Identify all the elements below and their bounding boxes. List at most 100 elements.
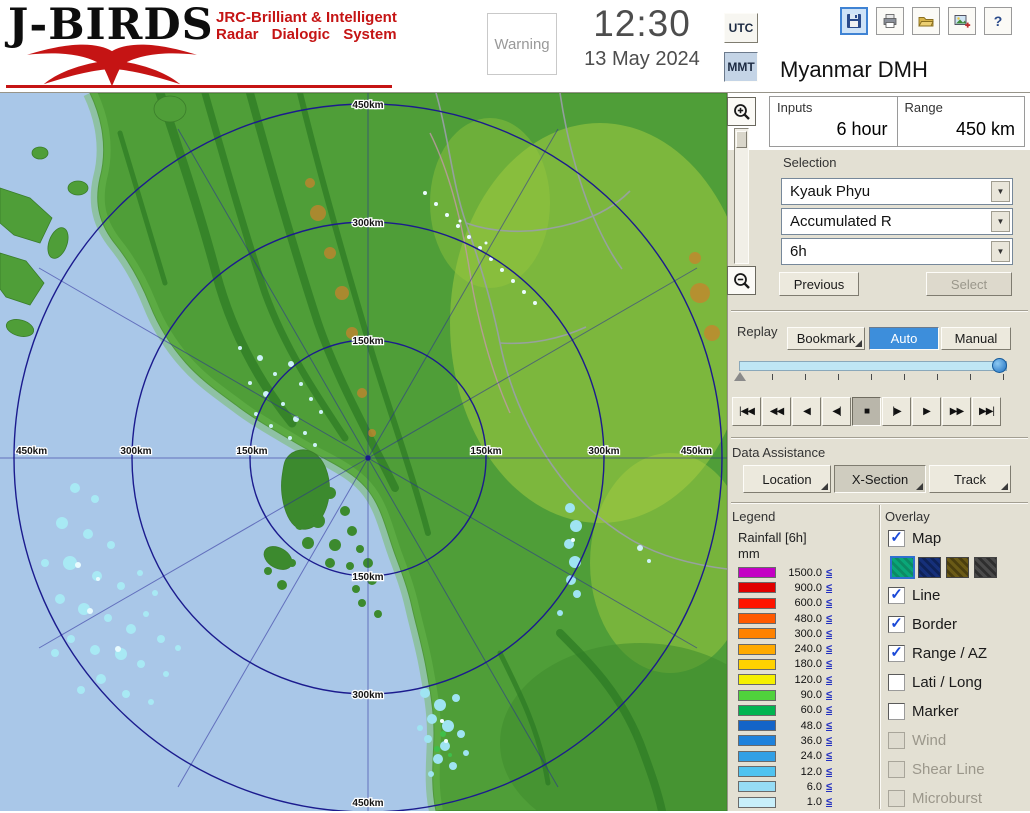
playback-go-start-button[interactable]: |◀◀ [732,397,761,426]
legend-leq-symbol: ≤ [826,704,832,716]
replay-timeline-slider[interactable] [739,361,1007,371]
zoom-slider[interactable] [734,128,749,264]
x-section-button[interactable]: X-Section [834,465,926,493]
save-button[interactable] [840,7,868,35]
checkbox [888,761,905,778]
chevron-down-icon[interactable]: ▼ [991,181,1010,202]
overlay-item-shear-line: Shear Line [888,755,1030,784]
inputs-label: Inputs [770,97,897,115]
ring-label: 150km [352,336,383,347]
duration-dropdown[interactable]: 6h ▼ [781,238,1013,265]
help-button[interactable]: ? [984,7,1012,35]
clock-time: 12:30 [562,3,722,45]
overlay-item-label: Shear Line [912,761,985,778]
chevron-down-icon[interactable]: ▼ [991,211,1010,232]
radar-map[interactable]: 450km 300km 150km 150km 300km 450km 450k… [0,93,727,811]
checkbox[interactable]: ✓ [888,616,905,633]
legend-leq-symbol: ≤ [826,781,832,793]
chevron-down-icon[interactable]: ▼ [991,241,1010,262]
playback-step-back-button[interactable]: ◀| [822,397,851,426]
playback-controls: |◀◀◀◀◀◀|■|▶▶▶▶▶▶| [732,397,1001,426]
checkbox[interactable]: ✓ [888,587,905,604]
playback-step-forward-button[interactable]: |▶ [882,397,911,426]
playback-play-button[interactable]: ▶ [912,397,941,426]
x-section-button-label: X-Section [852,472,908,487]
mmt-toggle-button[interactable]: MMT [724,52,758,82]
playback-rewind-button[interactable]: ◀◀ [762,397,791,426]
selection-label: Selection [783,155,836,170]
bookmark-button[interactable]: Bookmark [787,327,865,350]
export-image-button[interactable] [948,7,976,35]
overlay-item-range-az[interactable]: ✓Range / AZ [888,639,1030,668]
folder-icon [917,12,935,30]
map-style-swatch-3[interactable] [946,557,969,578]
range-value: 450 km [898,115,1025,140]
overlay-item-marker[interactable]: Marker [888,697,1030,726]
ring-label: 300km [352,218,383,229]
map-style-swatch-2[interactable] [918,557,941,578]
ring-label: 300km [352,690,383,701]
range-label: Range [898,97,1025,115]
track-button[interactable]: Track [929,465,1011,493]
product-dropdown[interactable]: Accumulated R ▼ [781,208,1013,235]
legend-value: 240.0 [778,643,822,655]
zoom-in-icon [732,102,752,122]
manual-button[interactable]: Manual [941,327,1011,350]
checkbox[interactable] [888,703,905,720]
overlay-item-border[interactable]: ✓Border [888,610,1030,639]
utc-toggle-button[interactable]: UTC [724,13,758,43]
print-icon [881,12,899,30]
checkbox [888,790,905,807]
replay-label: Replay [737,324,777,339]
legend-color-swatch [738,567,776,578]
legend-row: 600.0≤ [738,596,832,611]
map-style-swatch-4[interactable] [974,557,997,578]
station-title: Myanmar DMH [780,57,928,83]
legend-value: 180.0 [778,658,822,670]
zoom-slider-thumb[interactable] [736,131,747,148]
overlay-item-map[interactable]: ✓Map [888,524,1030,553]
checkbox[interactable]: ✓ [888,645,905,662]
playback-play-reverse-button[interactable]: ◀ [792,397,821,426]
legend-color-swatch [738,659,776,670]
inputs-range-box: Inputs 6 hour Range 450 km [769,96,1025,147]
playback-fast-forward-button[interactable]: ▶▶ [942,397,971,426]
auto-button[interactable]: Auto [869,327,939,350]
legend-color-swatch [738,705,776,716]
map-style-swatch-1[interactable] [890,556,915,579]
checkbox[interactable]: ✓ [888,530,905,547]
zoom-out-button[interactable] [727,266,756,295]
checkbox[interactable] [888,674,905,691]
legend-value: 90.0 [778,689,822,701]
overlay-item-line[interactable]: ✓Line [888,581,1030,610]
legend-leq-symbol: ≤ [826,597,832,609]
control-panel: Inputs 6 hour Range 450 km Selection Kya… [727,93,1030,811]
ring-label: 300km [588,446,619,457]
legend-row: 6.0≤ [738,779,832,794]
timeline-thumb[interactable] [992,358,1007,373]
legend-color-swatch [738,613,776,624]
open-folder-button[interactable] [912,7,940,35]
print-button[interactable] [876,7,904,35]
site-dropdown[interactable]: Kyauk Phyu ▼ [781,178,1013,205]
legend-color-swatch [738,751,776,762]
legend-value: 300.0 [778,628,822,640]
previous-button[interactable]: Previous [779,272,859,296]
zoom-in-button[interactable] [727,97,756,126]
bookmark-button-label: Bookmark [797,331,856,346]
playback-stop-button[interactable]: ■ [852,397,881,426]
overlay-item-lati-long[interactable]: Lati / Long [888,668,1030,697]
legend-color-swatch [738,720,776,731]
logo-subtitle-line2: Radar Dialogic System [216,26,397,43]
legend-color-swatch [738,735,776,746]
legend-color-swatch [738,690,776,701]
legend-row: 48.0≤ [738,718,832,733]
select-button: Select [926,272,1012,296]
overlay-item-label: Wind [912,732,946,749]
data-assistance-label: Data Assistance [732,445,825,460]
duration-dropdown-value: 6h [790,243,807,260]
save-icon [845,12,863,30]
playback-go-end-button[interactable]: ▶▶| [972,397,1001,426]
ring-label: 450km [352,798,383,809]
location-button[interactable]: Location [743,465,831,493]
